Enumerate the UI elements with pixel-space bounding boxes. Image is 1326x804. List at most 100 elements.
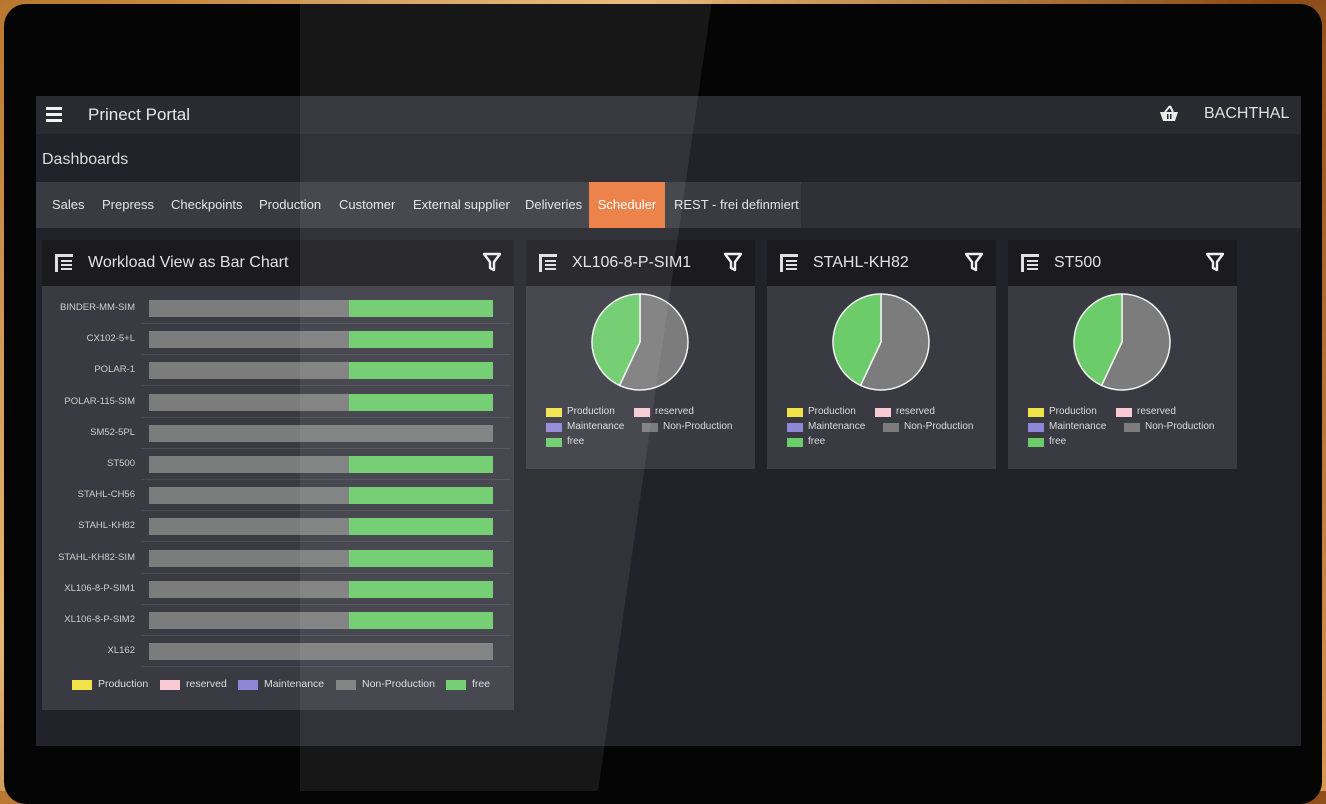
bar-legend: Production reserved Maintenance Non-Prod… [72, 678, 502, 692]
tab-customer[interactable]: Customer [339, 182, 395, 228]
filter-icon[interactable] [1206, 252, 1224, 272]
bar-gridline [141, 666, 511, 668]
section-title: Dashboards [42, 151, 129, 168]
tab-prepress[interactable]: Prepress [102, 182, 154, 228]
app-screen: Prinect Portal BACHTHAL Dashboards Sales… [36, 96, 1301, 746]
bar-row: STAHL-KH82-SIM [42, 546, 514, 577]
table-icon [780, 254, 798, 272]
bar-row: STAHL-CH56 [42, 483, 514, 514]
bar-label: XL106-8-P-SIM1 [64, 582, 135, 594]
tab-rest[interactable]: REST - frei definmiert [674, 182, 799, 228]
pie-legend: Production reserved Maintenance Non-Prod… [1028, 406, 1228, 456]
bar-free[interactable] [348, 456, 493, 473]
panel-header: XL106-8-P-SIM1 [526, 240, 755, 286]
bar-track [149, 456, 493, 473]
bar-non-production[interactable] [149, 331, 349, 349]
bar-non-production[interactable] [149, 612, 349, 629]
bar-non-production[interactable] [149, 393, 349, 411]
bar-non-production[interactable] [149, 580, 349, 598]
bar-track [149, 362, 493, 380]
bar-free[interactable] [348, 300, 493, 317]
bar-gridline [141, 323, 511, 324]
bar-non-production[interactable] [149, 362, 349, 380]
bar-row: XL106-8-P-SIM1 [42, 577, 514, 608]
bar-row: CX102-5+L [42, 327, 514, 358]
pie-panel-stahl-kh82: STAHL-KH82 Production reserved Maintenan… [767, 240, 996, 469]
bar-free[interactable] [348, 362, 493, 380]
bar-track [149, 393, 493, 411]
bar-track [149, 549, 493, 567]
tab-sales[interactable]: Sales [52, 182, 85, 228]
bar-label: STAHL-KH82 [78, 520, 135, 532]
bar-free[interactable] [348, 393, 493, 411]
table-icon [539, 254, 557, 272]
basket-icon[interactable] [1158, 104, 1180, 124]
bar-gridline [141, 479, 511, 480]
bar-gridline [141, 541, 511, 543]
filter-icon[interactable] [724, 252, 742, 272]
bar-label: POLAR-1 [94, 364, 135, 376]
bar-track [149, 612, 493, 629]
bar-gridline [141, 603, 511, 605]
pie-chart [832, 293, 930, 391]
pie-panel-xl106: XL106-8-P-SIM1 Production reserved Maint… [526, 240, 755, 469]
bar-row: XL162 [42, 639, 514, 670]
panel-title: ST500 [1054, 254, 1102, 271]
bar-gridline [141, 354, 511, 356]
workload-bar-panel: Workload View as Bar Chart BINDER-MM-SIM… [42, 240, 514, 710]
bar-free[interactable] [348, 331, 493, 349]
bar-free[interactable] [348, 518, 493, 536]
tab-production[interactable]: Production [259, 182, 321, 228]
dashboard-tabs: Sales Prepress Checkpoints Production Cu… [36, 182, 1301, 228]
bar-non-production[interactable] [149, 549, 349, 567]
bar-gridline [141, 447, 511, 449]
bar-free[interactable] [348, 549, 493, 567]
panel-title: Workload View as Bar Chart [88, 254, 289, 271]
bar-label: POLAR-115-SIM [64, 395, 135, 407]
filter-icon[interactable] [965, 252, 983, 272]
bar-label: XL106-8-P-SIM2 [64, 614, 135, 625]
pie-legend: Production reserved Maintenance Non-Prod… [546, 406, 746, 456]
bar-row: POLAR-1 [42, 358, 514, 389]
bar-row: ST500 [42, 452, 514, 483]
bar-free[interactable] [348, 487, 493, 505]
pie-chart [591, 293, 689, 391]
panel-title: XL106-8-P-SIM1 [572, 254, 692, 271]
pie-panel-st500: ST500 Production reserved Maintenance No… [1008, 240, 1237, 469]
bar-track [149, 580, 493, 598]
bar-non-production[interactable] [149, 643, 493, 661]
top-bar: Prinect Portal BACHTHAL [36, 96, 1301, 134]
filter-icon[interactable] [483, 252, 501, 272]
tab-checkpoints[interactable]: Checkpoints [171, 182, 243, 228]
bar-non-production[interactable] [149, 456, 349, 473]
bar-track [149, 487, 493, 505]
bar-non-production[interactable] [149, 300, 349, 317]
user-name[interactable]: BACHTHAL [1204, 105, 1289, 123]
bar-gridline [141, 635, 511, 636]
panel-header: STAHL-KH82 [767, 240, 996, 286]
bar-label: ST500 [107, 458, 135, 469]
bar-track [149, 518, 493, 536]
panel-header: ST500 [1008, 240, 1237, 286]
bar-non-production[interactable] [149, 518, 349, 536]
table-icon [55, 254, 73, 272]
pie-legend: Production reserved Maintenance Non-Prod… [787, 406, 987, 456]
tab-external-supplier[interactable]: External supplier [413, 182, 510, 228]
bar-track [149, 424, 493, 442]
bar-gridline [141, 572, 511, 574]
tab-deliveries[interactable]: Deliveries [525, 182, 582, 228]
tab-scheduler[interactable]: Scheduler [589, 182, 665, 228]
panel-header: Workload View as Bar Chart [42, 240, 514, 286]
bar-row: POLAR-115-SIM [42, 390, 514, 421]
table-icon [1021, 254, 1039, 272]
bar-track [149, 300, 493, 317]
bar-gridline [141, 510, 511, 512]
hamburger-icon[interactable] [46, 107, 62, 122]
bar-row: STAHL-KH82 [42, 514, 514, 545]
bar-free[interactable] [348, 580, 493, 598]
bar-free[interactable] [348, 612, 493, 629]
tabbar-filler [801, 182, 1301, 228]
bar-label: XL162 [107, 645, 135, 657]
bar-non-production[interactable] [149, 424, 493, 442]
bar-non-production[interactable] [149, 487, 349, 505]
